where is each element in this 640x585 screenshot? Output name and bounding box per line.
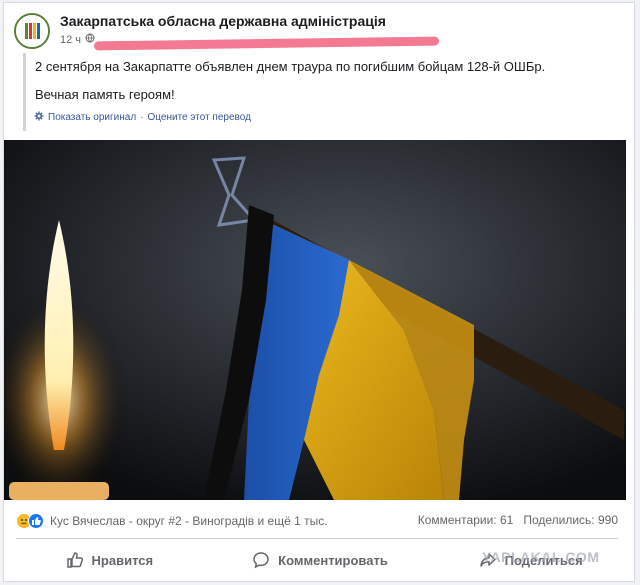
rate-translation-link[interactable]: Оцените этот перевод [148,112,251,123]
candle-body [9,482,109,500]
divider [16,538,618,539]
comment-label: Комментировать [278,552,388,568]
redaction-scribble [93,36,440,51]
reaction-summary[interactable]: Кус Вячеслав - округ #2 - Виноградів и е… [16,513,328,529]
show-original-link[interactable]: Показать оригинал [48,112,136,123]
like-reaction-icon [28,513,44,529]
engagement-counts: Комментарии: 61 Поделились: 990 [418,513,618,527]
site-watermark: YAPLAKAL.COM [482,549,600,565]
post-meta: 12 ч [60,33,95,46]
comment-icon [252,551,270,569]
post-image[interactable] [4,140,626,500]
page-avatar[interactable] [14,13,50,49]
page-name-link[interactable]: Закарпатська обласна державна адміністра… [60,13,386,29]
reaction-names[interactable]: Кус Вячеслав - округ #2 - Виноградів и е… [50,514,328,528]
coat-of-arms-icon [16,15,48,47]
separator: · [140,112,144,123]
reactions-bar: Кус Вячеслав - округ #2 - Виноградів и е… [16,511,618,533]
like-label: Нравится [91,552,154,568]
shares-count[interactable]: Поделились: 990 [523,513,618,527]
translation-controls: Показать оригинал · Оцените этот перевод [34,111,251,124]
post-header: Закарпатська обласна державна адміністра… [14,11,614,51]
thumbs-up-icon [66,551,84,569]
comment-button[interactable]: Комментировать [215,543,426,577]
comments-count[interactable]: Комментарии: 61 [418,513,514,527]
post-time[interactable]: 12 ч [60,34,81,46]
like-button[interactable]: Нравится [4,543,215,577]
post-text-line: Вечная память героям! [35,87,175,102]
post-text-line: 2 сентября на Закарпатте объявлен днем т… [35,59,546,74]
reaction-icons [16,513,44,529]
post-card: Закарпатська обласна державна адміністра… [3,2,635,582]
gear-icon [34,111,44,124]
